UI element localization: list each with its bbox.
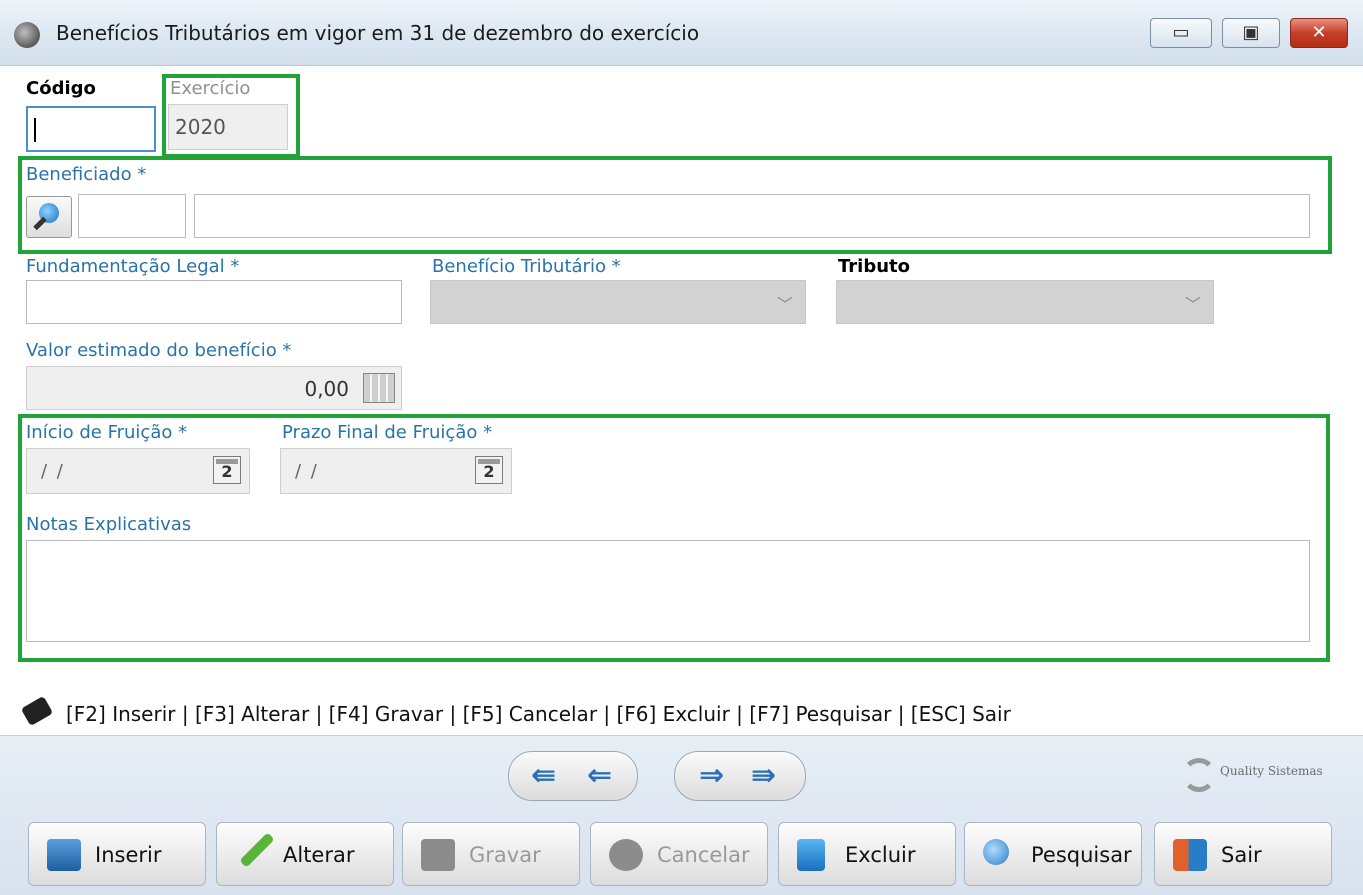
- inicio-fruicao-value: / /: [41, 461, 65, 482]
- inicio-fruicao-label: Início de Fruição *: [26, 422, 188, 443]
- alterar-button[interactable]: Alterar: [216, 822, 394, 886]
- pesquisar-button[interactable]: Pesquisar: [964, 822, 1142, 886]
- exercicio-input[interactable]: 2020: [168, 104, 288, 150]
- tributo-select[interactable]: ﹀: [836, 280, 1214, 324]
- first-record-icon[interactable]: ⇚: [531, 758, 556, 793]
- excluir-button[interactable]: Excluir: [778, 822, 956, 886]
- nav-back-group: ⇚ ⇐: [508, 751, 638, 801]
- next-record-icon[interactable]: ⇒: [699, 758, 724, 793]
- maximize-icon: ▣: [1242, 22, 1260, 43]
- magnifier-handle: [33, 216, 47, 231]
- beneficiado-code-input[interactable]: [78, 194, 186, 238]
- beneficiado-name-input[interactable]: [194, 194, 1310, 238]
- keyboard-icon: [20, 695, 54, 727]
- valor-estimado-label: Valor estimado do benefício *: [26, 340, 292, 361]
- beneficiado-search-button[interactable]: [26, 196, 72, 238]
- cancelar-label: Cancelar: [657, 843, 750, 867]
- tributo-label: Tributo: [838, 256, 911, 277]
- pesquisar-label: Pesquisar: [1031, 843, 1132, 867]
- shortcut-hint: [F2] Inserir | [F3] Alterar | [F4] Grava…: [66, 702, 1011, 726]
- beneficio-tributario-select[interactable]: ﹀: [430, 280, 806, 324]
- maximize-button[interactable]: ▣: [1222, 18, 1280, 48]
- chevron-down-icon: ﹀: [1184, 295, 1201, 314]
- inicio-fruicao-input[interactable]: / / 2: [26, 448, 250, 494]
- notas-label: Notas Explicativas: [26, 514, 192, 535]
- close-button[interactable]: ✕: [1290, 18, 1348, 48]
- prev-record-icon[interactable]: ⇐: [587, 758, 612, 793]
- fundamentacao-input[interactable]: [26, 280, 402, 324]
- excluir-label: Excluir: [845, 843, 916, 867]
- beneficio-tributario-label: Benefício Tributário *: [432, 256, 621, 277]
- minimize-icon: ▭: [1172, 22, 1190, 43]
- notas-textarea[interactable]: [26, 540, 1310, 642]
- calendar-icon[interactable]: 2: [213, 456, 241, 484]
- trash-icon: [797, 839, 825, 871]
- window-title: Benefícios Tributários em vigor em 31 de…: [56, 21, 700, 45]
- calendar-icon[interactable]: 2: [475, 456, 503, 484]
- codigo-input[interactable]: [26, 106, 156, 152]
- exercicio-value: 2020: [175, 115, 226, 139]
- pencil-icon: [239, 832, 275, 868]
- beneficiado-label: Beneficiado *: [26, 164, 147, 185]
- codigo-label: Código: [26, 78, 96, 99]
- chevron-down-icon: ﹀: [776, 295, 793, 314]
- exit-door-icon: [1173, 839, 1207, 871]
- prazo-final-input[interactable]: / / 2: [280, 448, 512, 494]
- sair-button[interactable]: Sair: [1154, 822, 1332, 886]
- gravar-button[interactable]: Gravar: [402, 822, 580, 886]
- quality-logo-text: Quality Sistemas: [1220, 764, 1323, 778]
- alterar-label: Alterar: [283, 843, 355, 867]
- valor-estimado-value: 0,00: [304, 377, 349, 401]
- quality-logo-icon: [1182, 758, 1216, 792]
- calculator-icon[interactable]: [363, 373, 395, 403]
- exercicio-label: Exercício: [170, 78, 251, 99]
- nav-forward-group: ⇒ ⇛: [674, 751, 806, 801]
- search-icon: [983, 839, 1009, 865]
- cancel-icon: [609, 839, 643, 871]
- close-icon: ✕: [1311, 22, 1327, 43]
- inserir-label: Inserir: [95, 843, 162, 867]
- cancelar-button[interactable]: Cancelar: [590, 822, 768, 886]
- valor-estimado-input[interactable]: 0,00: [26, 366, 402, 410]
- sair-label: Sair: [1221, 843, 1262, 867]
- prazo-final-label: Prazo Final de Fruição *: [282, 422, 493, 443]
- prazo-final-value: / /: [295, 461, 319, 482]
- save-icon: [421, 839, 455, 871]
- last-record-icon[interactable]: ⇛: [751, 758, 776, 793]
- app-icon: [14, 22, 40, 48]
- inserir-button[interactable]: Inserir: [28, 822, 206, 886]
- insert-icon: [47, 839, 81, 871]
- text-cursor: [34, 118, 36, 142]
- fundamentacao-label: Fundamentação Legal *: [26, 256, 240, 277]
- gravar-label: Gravar: [469, 843, 541, 867]
- minimize-button[interactable]: ▭: [1150, 18, 1212, 48]
